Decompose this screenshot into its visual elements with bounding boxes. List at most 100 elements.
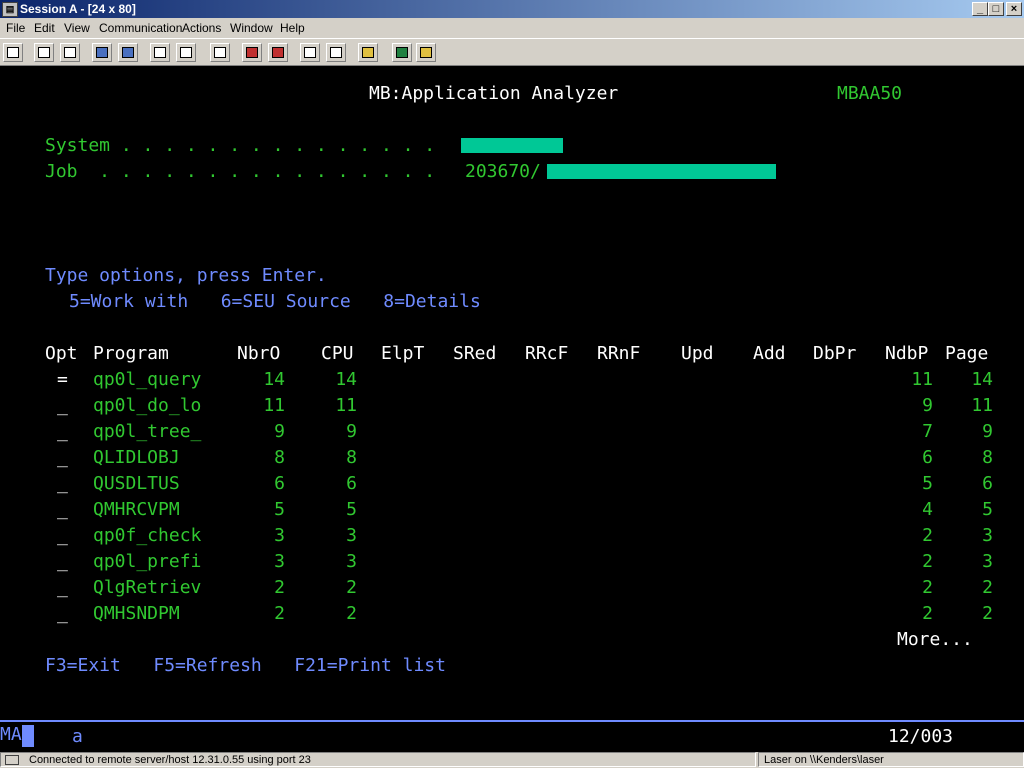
clipboard-icon[interactable] <box>358 43 378 62</box>
option-input[interactable]: _ <box>57 421 68 442</box>
play-macro-icon[interactable] <box>300 43 320 62</box>
cell-page: 3 <box>982 525 993 546</box>
keypad-icon[interactable] <box>176 43 196 62</box>
cell-nbro: 2 <box>274 577 285 598</box>
col-page: Page <box>945 343 989 364</box>
option-input[interactable]: _ <box>57 447 68 468</box>
cell-program: qp0l_do_lo <box>93 395 202 416</box>
network-icon[interactable] <box>392 43 412 62</box>
cell-page: 8 <box>982 447 993 468</box>
print-screen-icon[interactable] <box>3 43 23 62</box>
minimize-button[interactable]: _ <box>972 2 988 16</box>
cell-program: QMHRCVPM <box>93 499 180 520</box>
menu-help[interactable]: Help <box>280 21 305 35</box>
col-nbro: NbrO <box>237 343 281 364</box>
close-button[interactable]: × <box>1006 2 1022 16</box>
col-ndbp: NdbP <box>885 343 929 364</box>
help-icon[interactable] <box>416 43 436 62</box>
cell-page: 3 <box>982 551 993 572</box>
col-dbpr: DbPr <box>813 343 857 364</box>
cell-page: 9 <box>982 421 993 442</box>
cell-page: 6 <box>982 473 993 494</box>
cursor-block <box>22 725 34 747</box>
cell-ndbp: 4 <box>922 499 933 520</box>
connection-panel: Connected to remote server/host 12.31.0.… <box>0 752 756 767</box>
cell-cpu: 3 <box>346 551 357 572</box>
col-program: Program <box>93 343 169 364</box>
printer-panel: Laser on \\Kenders\laser <box>758 752 1024 767</box>
menu-window[interactable]: Window <box>230 21 273 35</box>
cell-cpu: 5 <box>346 499 357 520</box>
option-input[interactable]: _ <box>57 525 68 546</box>
menu-edit[interactable]: Edit <box>34 21 55 35</box>
cell-nbro: 5 <box>274 499 285 520</box>
cell-nbro: 8 <box>274 447 285 468</box>
option-input[interactable]: _ <box>57 577 68 598</box>
terminal-screen[interactable]: MB:Application Analyzer MBAA50 System . … <box>0 66 1024 720</box>
option-input[interactable]: _ <box>57 603 68 624</box>
cell-nbro: 14 <box>263 369 285 390</box>
record-macro-icon[interactable] <box>242 43 262 62</box>
cell-page: 5 <box>982 499 993 520</box>
col-opt: Opt <box>45 343 78 364</box>
stop-macro-icon[interactable] <box>268 43 288 62</box>
receive-file-icon[interactable] <box>118 43 138 62</box>
cell-ndbp: 6 <box>922 447 933 468</box>
cell-page: 2 <box>982 603 993 624</box>
cell-program: qp0l_query <box>93 369 202 390</box>
menu-file[interactable]: File <box>6 21 25 35</box>
app-icon[interactable]: ▤ <box>2 2 18 17</box>
cell-cpu: 6 <box>346 473 357 494</box>
cell-cpu: 8 <box>346 447 357 468</box>
cell-ndbp: 9 <box>922 395 933 416</box>
option-input[interactable]: _ <box>57 499 68 520</box>
col-upd: Upd <box>681 343 714 364</box>
option-input[interactable]: _ <box>57 395 68 416</box>
cell-cpu: 14 <box>335 369 357 390</box>
col-add: Add <box>753 343 786 364</box>
option-input[interactable]: _ <box>57 473 68 494</box>
cell-ndbp: 2 <box>922 525 933 546</box>
paste-icon[interactable] <box>60 43 80 62</box>
col-cpu: CPU <box>321 343 354 364</box>
cell-cpu: 9 <box>346 421 357 442</box>
cell-program: QUSDLTUS <box>93 473 180 494</box>
cell-ndbp: 2 <box>922 551 933 572</box>
send-file-icon[interactable] <box>92 43 112 62</box>
cell-nbro: 3 <box>274 551 285 572</box>
option-input[interactable]: = <box>57 369 68 390</box>
display-icon[interactable] <box>150 43 170 62</box>
function-keys: F3=Exit F5=Refresh F21=Print list <box>45 655 446 676</box>
option-input[interactable]: _ <box>57 551 68 572</box>
printer-icon[interactable] <box>210 43 230 62</box>
window-title: Session A - [24 x 80] <box>20 2 136 16</box>
cell-ndbp: 11 <box>911 369 933 390</box>
menu-view[interactable]: View <box>64 21 90 35</box>
cell-nbro: 9 <box>274 421 285 442</box>
macro-settings-icon[interactable] <box>326 43 346 62</box>
maximize-button[interactable]: □ <box>988 2 1004 16</box>
menu-communication[interactable]: Communication <box>99 21 182 35</box>
cell-cpu: 2 <box>346 603 357 624</box>
copy-icon[interactable] <box>34 43 54 62</box>
options-legend: 5=Work with 6=SEU Source 8=Details <box>69 291 481 312</box>
system-value-highlight <box>461 138 563 153</box>
more-indicator: More... <box>897 629 973 650</box>
cell-program: qp0f_check <box>93 525 202 546</box>
cell-page: 14 <box>971 369 993 390</box>
cell-nbro: 11 <box>263 395 285 416</box>
screen-title: MB:Application Analyzer <box>369 83 619 104</box>
cell-page: 2 <box>982 577 993 598</box>
menu-actions[interactable]: Actions <box>182 21 221 35</box>
job-label: Job . . . . . . . . . . . . . . . . <box>45 161 436 182</box>
toolbar <box>0 38 1024 66</box>
col-elpt: ElpT <box>381 343 425 364</box>
cell-ndbp: 2 <box>922 577 933 598</box>
job-value-highlight <box>547 164 776 179</box>
cell-cpu: 2 <box>346 577 357 598</box>
cell-page: 11 <box>971 395 993 416</box>
menu-bar: File Edit View Communication Actions Win… <box>0 18 1024 38</box>
cell-program: qp0l_tree_ <box>93 421 202 442</box>
cell-nbro: 6 <box>274 473 285 494</box>
cell-cpu: 11 <box>335 395 357 416</box>
